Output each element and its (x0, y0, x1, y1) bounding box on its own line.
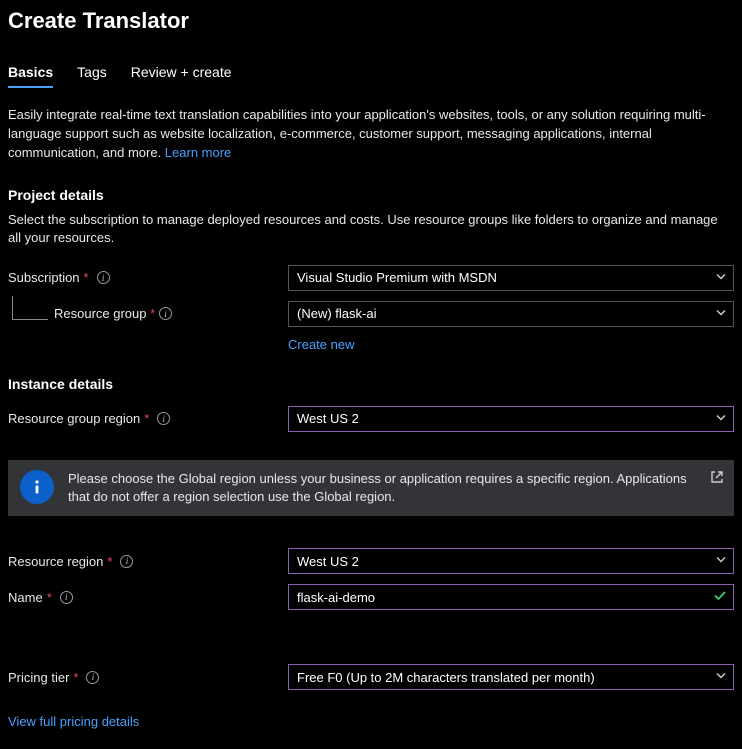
required-marker: * (147, 306, 156, 321)
info-icon[interactable]: i (159, 307, 172, 320)
info-icon[interactable]: i (120, 555, 133, 568)
subscription-select[interactable]: Visual Studio Premium with MSDN (288, 265, 734, 291)
view-pricing-details-link[interactable]: View full pricing details (8, 714, 139, 729)
chevron-down-icon (715, 270, 727, 285)
subscription-value: Visual Studio Premium with MSDN (297, 270, 497, 285)
project-details-desc: Select the subscription to manage deploy… (8, 211, 734, 247)
pricing-tier-value: Free F0 (Up to 2M characters translated … (297, 670, 595, 685)
resource-group-select[interactable]: (New) flask-ai (288, 301, 734, 327)
resource-group-label: Resource group (54, 306, 147, 321)
intro-copy: Easily integrate real-time text translat… (8, 107, 706, 160)
external-link-icon[interactable] (710, 470, 724, 487)
info-icon[interactable]: i (86, 671, 99, 684)
pricing-tier-label: Pricing tier (8, 670, 69, 685)
rg-region-label: Resource group region (8, 411, 140, 426)
region-info-banner: Please choose the Global region unless y… (8, 460, 734, 516)
info-icon[interactable]: i (60, 591, 73, 604)
chevron-down-icon (715, 670, 727, 685)
page-title: Create Translator (8, 8, 734, 34)
banner-message: Please choose the Global region unless y… (68, 470, 722, 506)
required-marker: * (47, 590, 52, 605)
create-new-link[interactable]: Create new (288, 337, 354, 352)
rg-region-select[interactable]: West US 2 (288, 406, 734, 432)
learn-more-link[interactable]: Learn more (165, 145, 231, 160)
required-marker: * (144, 411, 149, 426)
tabs: Basics Tags Review + create (8, 64, 734, 88)
pricing-tier-select[interactable]: Free F0 (Up to 2M characters translated … (288, 664, 734, 690)
resource-region-value: West US 2 (297, 554, 359, 569)
chevron-down-icon (715, 554, 727, 569)
tree-indent-line (12, 296, 48, 320)
info-icon[interactable]: i (157, 412, 170, 425)
tab-basics[interactable]: Basics (8, 64, 53, 88)
intro-text: Easily integrate real-time text translat… (8, 106, 734, 163)
info-circle-icon (20, 470, 54, 504)
project-details-title: Project details (8, 187, 734, 203)
tab-review-create[interactable]: Review + create (131, 64, 232, 88)
name-input[interactable]: flask-ai-demo (288, 584, 734, 610)
instance-details-title: Instance details (8, 376, 734, 392)
info-icon[interactable]: i (97, 271, 110, 284)
resource-region-label: Resource region (8, 554, 103, 569)
resource-region-select[interactable]: West US 2 (288, 548, 734, 574)
name-label: Name (8, 590, 43, 605)
check-icon (713, 589, 727, 606)
chevron-down-icon (715, 306, 727, 321)
chevron-down-icon (715, 411, 727, 426)
resource-group-value: (New) flask-ai (297, 306, 376, 321)
required-marker: * (73, 670, 78, 685)
required-marker: * (107, 554, 112, 569)
tab-tags[interactable]: Tags (77, 64, 107, 88)
rg-region-value: West US 2 (297, 411, 359, 426)
required-marker: * (84, 270, 89, 285)
subscription-label: Subscription (8, 270, 80, 285)
name-value: flask-ai-demo (297, 590, 375, 605)
